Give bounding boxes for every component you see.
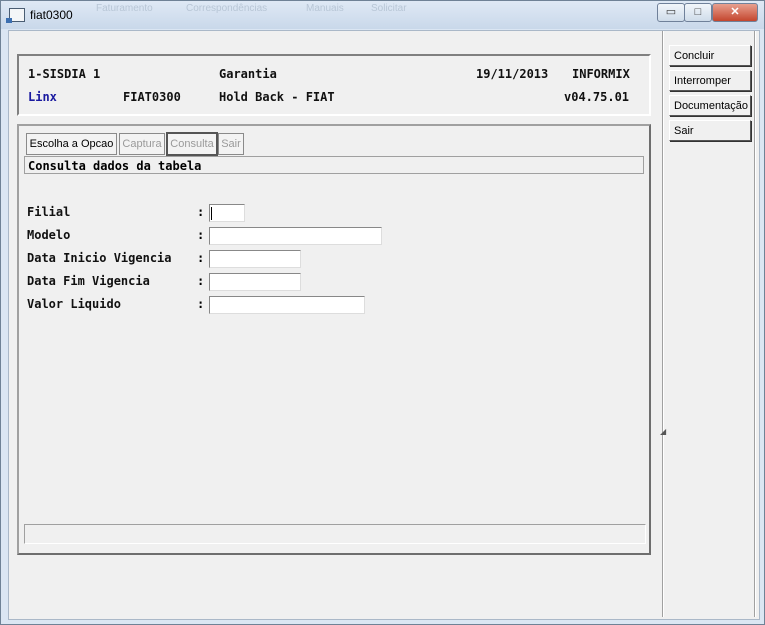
- background-menu-item: Correspondências: [186, 3, 268, 14]
- background-menu-item: Solicitar: [371, 3, 407, 14]
- header-panel: 1-SISDIA 1 Garantia 19/11/2013 INFORMIX …: [17, 54, 651, 116]
- modelo-field[interactable]: [209, 227, 382, 245]
- title-bar[interactable]: fiat0300 Faturamento Correspondências Ma…: [1, 1, 764, 29]
- colon: :: [197, 251, 205, 265]
- data-fim-vigencia-label: Data Fim Vigencia: [27, 274, 150, 288]
- separator: [662, 31, 664, 617]
- maximize-button[interactable]: □: [684, 3, 712, 22]
- module-name: Garantia: [219, 67, 277, 81]
- current-date: 19/11/2013: [476, 67, 549, 81]
- main-panel: Escolha a Opcao Captura Consulta Sair Co…: [17, 124, 651, 555]
- sair-toolbar-button[interactable]: Sair: [218, 133, 244, 155]
- modelo-label: Modelo: [27, 228, 71, 242]
- documentacao-button[interactable]: Documentação: [669, 95, 751, 116]
- minimize-button[interactable]: ▭: [657, 3, 685, 22]
- escolha-opcao-button[interactable]: Escolha a Opcao: [26, 133, 117, 155]
- message-bar: Consulta dados da tabela: [24, 156, 644, 174]
- filial-field[interactable]: [209, 204, 245, 222]
- system-name: 1-SISDIA 1: [28, 67, 101, 81]
- separator: [754, 31, 756, 617]
- version-label: v04.75.01: [564, 90, 630, 104]
- client-area: 1-SISDIA 1 Garantia 19/11/2013 INFORMIX …: [8, 30, 760, 620]
- screen-title: Hold Back - FIAT: [219, 90, 335, 104]
- consulta-button[interactable]: Consulta: [166, 132, 218, 156]
- colon: :: [197, 274, 205, 288]
- interromper-button[interactable]: Interromper: [669, 70, 751, 91]
- concluir-button[interactable]: Concluir: [669, 45, 751, 66]
- captura-button[interactable]: Captura: [119, 133, 165, 155]
- program-code: FIAT0300: [123, 90, 181, 104]
- sair-button[interactable]: Sair: [669, 120, 751, 141]
- filial-label: Filial: [27, 205, 71, 219]
- colon: :: [197, 297, 205, 311]
- data-fim-vigencia-field[interactable]: [209, 273, 301, 291]
- company-name: Linx: [28, 90, 57, 104]
- data-inicio-vigencia-label: Data Inicio Vigencia: [27, 251, 172, 265]
- data-inicio-vigencia-field[interactable]: [209, 250, 301, 268]
- background-menu-item: Manuais: [306, 3, 344, 14]
- colon: :: [197, 228, 205, 242]
- status-bar: [24, 524, 646, 544]
- close-button[interactable]: ✕: [712, 3, 758, 22]
- application-window: fiat0300 Faturamento Correspondências Ma…: [0, 0, 765, 625]
- resize-grip-icon[interactable]: ◢: [660, 427, 666, 436]
- database-name: INFORMIX: [572, 67, 630, 81]
- app-icon: [6, 8, 25, 23]
- background-menu-item: Faturamento: [96, 3, 153, 14]
- valor-liquido-field[interactable]: [209, 296, 365, 314]
- valor-liquido-label: Valor Liquido: [27, 297, 121, 311]
- colon: :: [197, 205, 205, 219]
- window-title: fiat0300: [30, 8, 73, 22]
- text-caret: [211, 207, 212, 220]
